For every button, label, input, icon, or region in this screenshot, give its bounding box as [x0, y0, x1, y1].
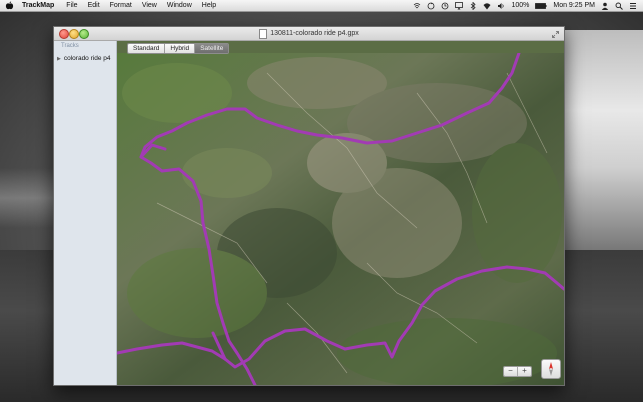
sidebar-item-track[interactable]: ▶ colorado ride p4 — [57, 55, 110, 62]
menu-format[interactable]: Format — [110, 2, 132, 9]
battery-icon[interactable] — [535, 2, 547, 10]
menu-bar: TrackMap File Edit Format View Window He… — [0, 0, 643, 12]
menu-edit[interactable]: Edit — [88, 2, 100, 9]
battery-percent: 100% — [511, 2, 530, 9]
window-title: 130811-colorado ride p4.gpx — [270, 30, 359, 37]
desktop-wallpaper-panel — [565, 30, 643, 260]
zoom-button[interactable] — [79, 29, 89, 39]
map-view[interactable]: Standard Hybrid Satellite − + — [117, 41, 564, 385]
notifications-icon[interactable] — [629, 2, 637, 10]
zoom-in-button[interactable]: + — [517, 367, 531, 376]
map-mode-hybrid[interactable]: Hybrid — [165, 44, 196, 53]
minimize-button[interactable] — [69, 29, 79, 39]
clock-icon[interactable] — [441, 2, 449, 10]
status-menus: 100% Mon 9:25 PM — [413, 0, 637, 11]
compass-button[interactable] — [541, 359, 561, 379]
map-mode-standard[interactable]: Standard — [128, 44, 166, 53]
bluetooth-icon[interactable] — [469, 1, 477, 10]
volume-icon[interactable] — [497, 2, 505, 10]
sidebar-header: Tracks — [61, 43, 79, 49]
wifi-signal-icon[interactable] — [483, 2, 491, 10]
disclosure-triangle-icon[interactable]: ▶ — [57, 56, 61, 62]
user-icon[interactable] — [601, 2, 609, 10]
airplay-icon[interactable] — [455, 1, 464, 10]
title-bar[interactable]: 130811-colorado ride p4.gpx — [54, 27, 564, 41]
fullscreen-icon[interactable] — [552, 30, 559, 38]
app-menu[interactable]: TrackMap — [22, 2, 54, 9]
spotlight-icon[interactable] — [615, 2, 623, 10]
map-mode-satellite[interactable]: Satellite — [195, 44, 229, 53]
satellite-map[interactable] — [117, 53, 564, 385]
map-mode-selector: Standard Hybrid Satellite — [127, 43, 230, 54]
menu-view[interactable]: View — [142, 2, 157, 9]
zoom-out-button[interactable]: − — [504, 367, 517, 376]
menu-help[interactable]: Help — [202, 2, 216, 9]
document-icon[interactable] — [259, 28, 268, 39]
clock-text[interactable]: Mon 9:25 PM — [553, 2, 595, 9]
tracks-sidebar: Tracks ▶ colorado ride p4 — [54, 41, 117, 385]
close-button[interactable] — [59, 29, 69, 39]
track-label: colorado ride p4 — [63, 55, 111, 62]
wifi-icon[interactable] — [413, 2, 421, 10]
apple-icon[interactable] — [5, 1, 14, 10]
trackmap-window: 130811-colorado ride p4.gpx Tracks ▶ col… — [53, 26, 565, 386]
menu-window[interactable]: Window — [167, 2, 192, 9]
zoom-control: − + — [503, 366, 532, 377]
sync-icon[interactable] — [427, 2, 435, 10]
menu-file[interactable]: File — [66, 2, 77, 9]
